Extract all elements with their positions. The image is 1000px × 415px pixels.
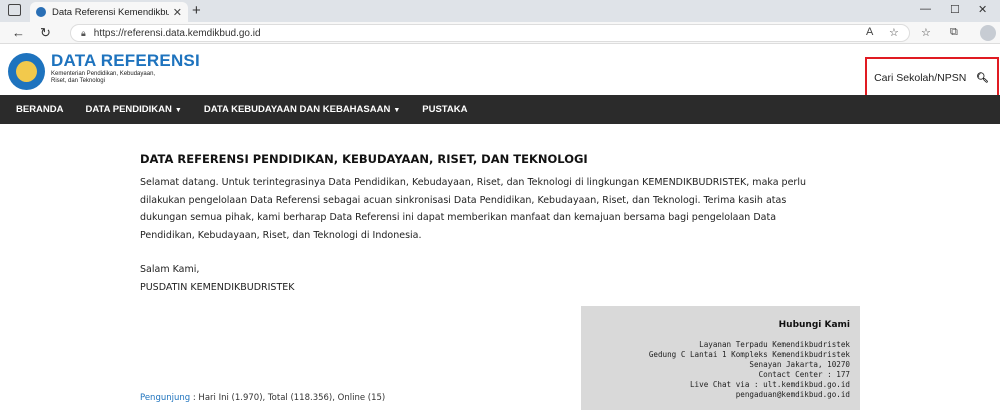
nav-item-data-kebudayaan[interactable]: DATA KEBUDAYAAN DAN KEBAHASAAN ▼: [204, 104, 400, 115]
page-title: DATA REFERENSI PENDIDIKAN, KEBUDAYAAN, R…: [140, 152, 588, 166]
site-favicon-icon: [36, 7, 46, 17]
brand-subtitle: Kementerian Pendidikan, Kebudayaan, Rise…: [51, 71, 156, 84]
contact-line: Layanan Terpadu Kemendikbudristek: [699, 340, 850, 349]
salam-text: Salam Kami,: [140, 264, 200, 275]
main-content: DATA REFERENSI PENDIDIKAN, KEBUDAYAAN, R…: [140, 152, 830, 296]
visitor-counter: Pengunjung : Hari Ini (1.970), Total (11…: [140, 393, 385, 403]
brand-title[interactable]: DATA REFERENSI: [51, 51, 200, 71]
nav-item-beranda[interactable]: BERANDA: [16, 104, 64, 115]
site-header: DATA REFERENSI Kementerian Pendidikan, K…: [0, 44, 1000, 99]
url-text: https://referensi.data.kemdikbud.go.id: [93, 27, 261, 39]
search-icon[interactable]: 🔍︎: [976, 73, 989, 84]
welcome-paragraph: Selamat datang. Untuk terintegrasinya Da…: [140, 177, 807, 241]
new-tab-icon[interactable]: +: [192, 2, 201, 19]
favorites-icon[interactable]: ☆: [921, 26, 931, 39]
favorite-star-icon[interactable]: ☆: [889, 26, 899, 39]
search-label: Cari Sekolah/NPSN: [874, 72, 967, 84]
browser-tab-bar: Data Referensi Kemendikbudristek ✕ + — ☐…: [0, 0, 1000, 22]
collections-icon[interactable]: ⧉: [950, 26, 958, 39]
chevron-down-icon: ▼: [174, 107, 182, 114]
browser-toolbar: ← ↻ 🔒︎ https://referensi.data.kemdikbud.…: [0, 22, 1000, 44]
contact-line: Senayan Jakarta, 10270: [749, 360, 850, 369]
signature-text: PUSDATIN KEMENDIKBUDRISTEK: [140, 281, 295, 293]
contact-line: Live Chat via : ult.kemdikbud.go.id peng…: [689, 380, 850, 399]
profile-avatar[interactable]: [980, 25, 996, 41]
visitor-stats: : Hari Ini (1.970), Total (118.356), Onl…: [190, 393, 386, 403]
kemendikbud-logo[interactable]: [8, 53, 45, 90]
close-tab-icon[interactable]: ✕: [173, 6, 182, 19]
read-aloud-icon[interactable]: A: [866, 26, 873, 38]
tab-actions-icon[interactable]: [8, 4, 21, 16]
back-icon[interactable]: ←: [12, 25, 25, 40]
contact-box: Hubungi Kami Layanan Terpadu Kemendikbud…: [581, 306, 860, 410]
nav-item-data-pendidikan[interactable]: DATA PENDIDIKAN ▼: [86, 104, 182, 115]
address-bar[interactable]: 🔒︎ https://referensi.data.kemdikbud.go.i…: [70, 24, 910, 42]
contact-heading: Hubungi Kami: [778, 320, 850, 330]
close-window-icon[interactable]: ✕: [978, 3, 987, 16]
visitor-label-link[interactable]: Pengunjung: [140, 393, 190, 403]
main-nav: BERANDA DATA PENDIDIKAN ▼ DATA KEBUDAYAAN…: [0, 95, 1000, 124]
nav-item-pustaka[interactable]: PUSTAKA: [422, 104, 467, 115]
minimize-icon[interactable]: —: [920, 3, 931, 15]
contact-line: Gedung C Lantai 1 Kompleks Kemendikbudri…: [648, 350, 850, 359]
maximize-icon[interactable]: ☐: [950, 3, 960, 16]
chevron-down-icon: ▼: [393, 107, 401, 114]
contact-line: Contact Center : 177: [758, 370, 850, 379]
lock-icon: 🔒︎: [81, 27, 86, 38]
browser-tab[interactable]: Data Referensi Kemendikbudristek ✕: [30, 2, 188, 22]
search-school-button[interactable]: Cari Sekolah/NPSN 🔍︎: [865, 57, 999, 99]
tab-title: Data Referensi Kemendikbudristek: [52, 6, 169, 18]
refresh-icon[interactable]: ↻: [40, 25, 51, 41]
